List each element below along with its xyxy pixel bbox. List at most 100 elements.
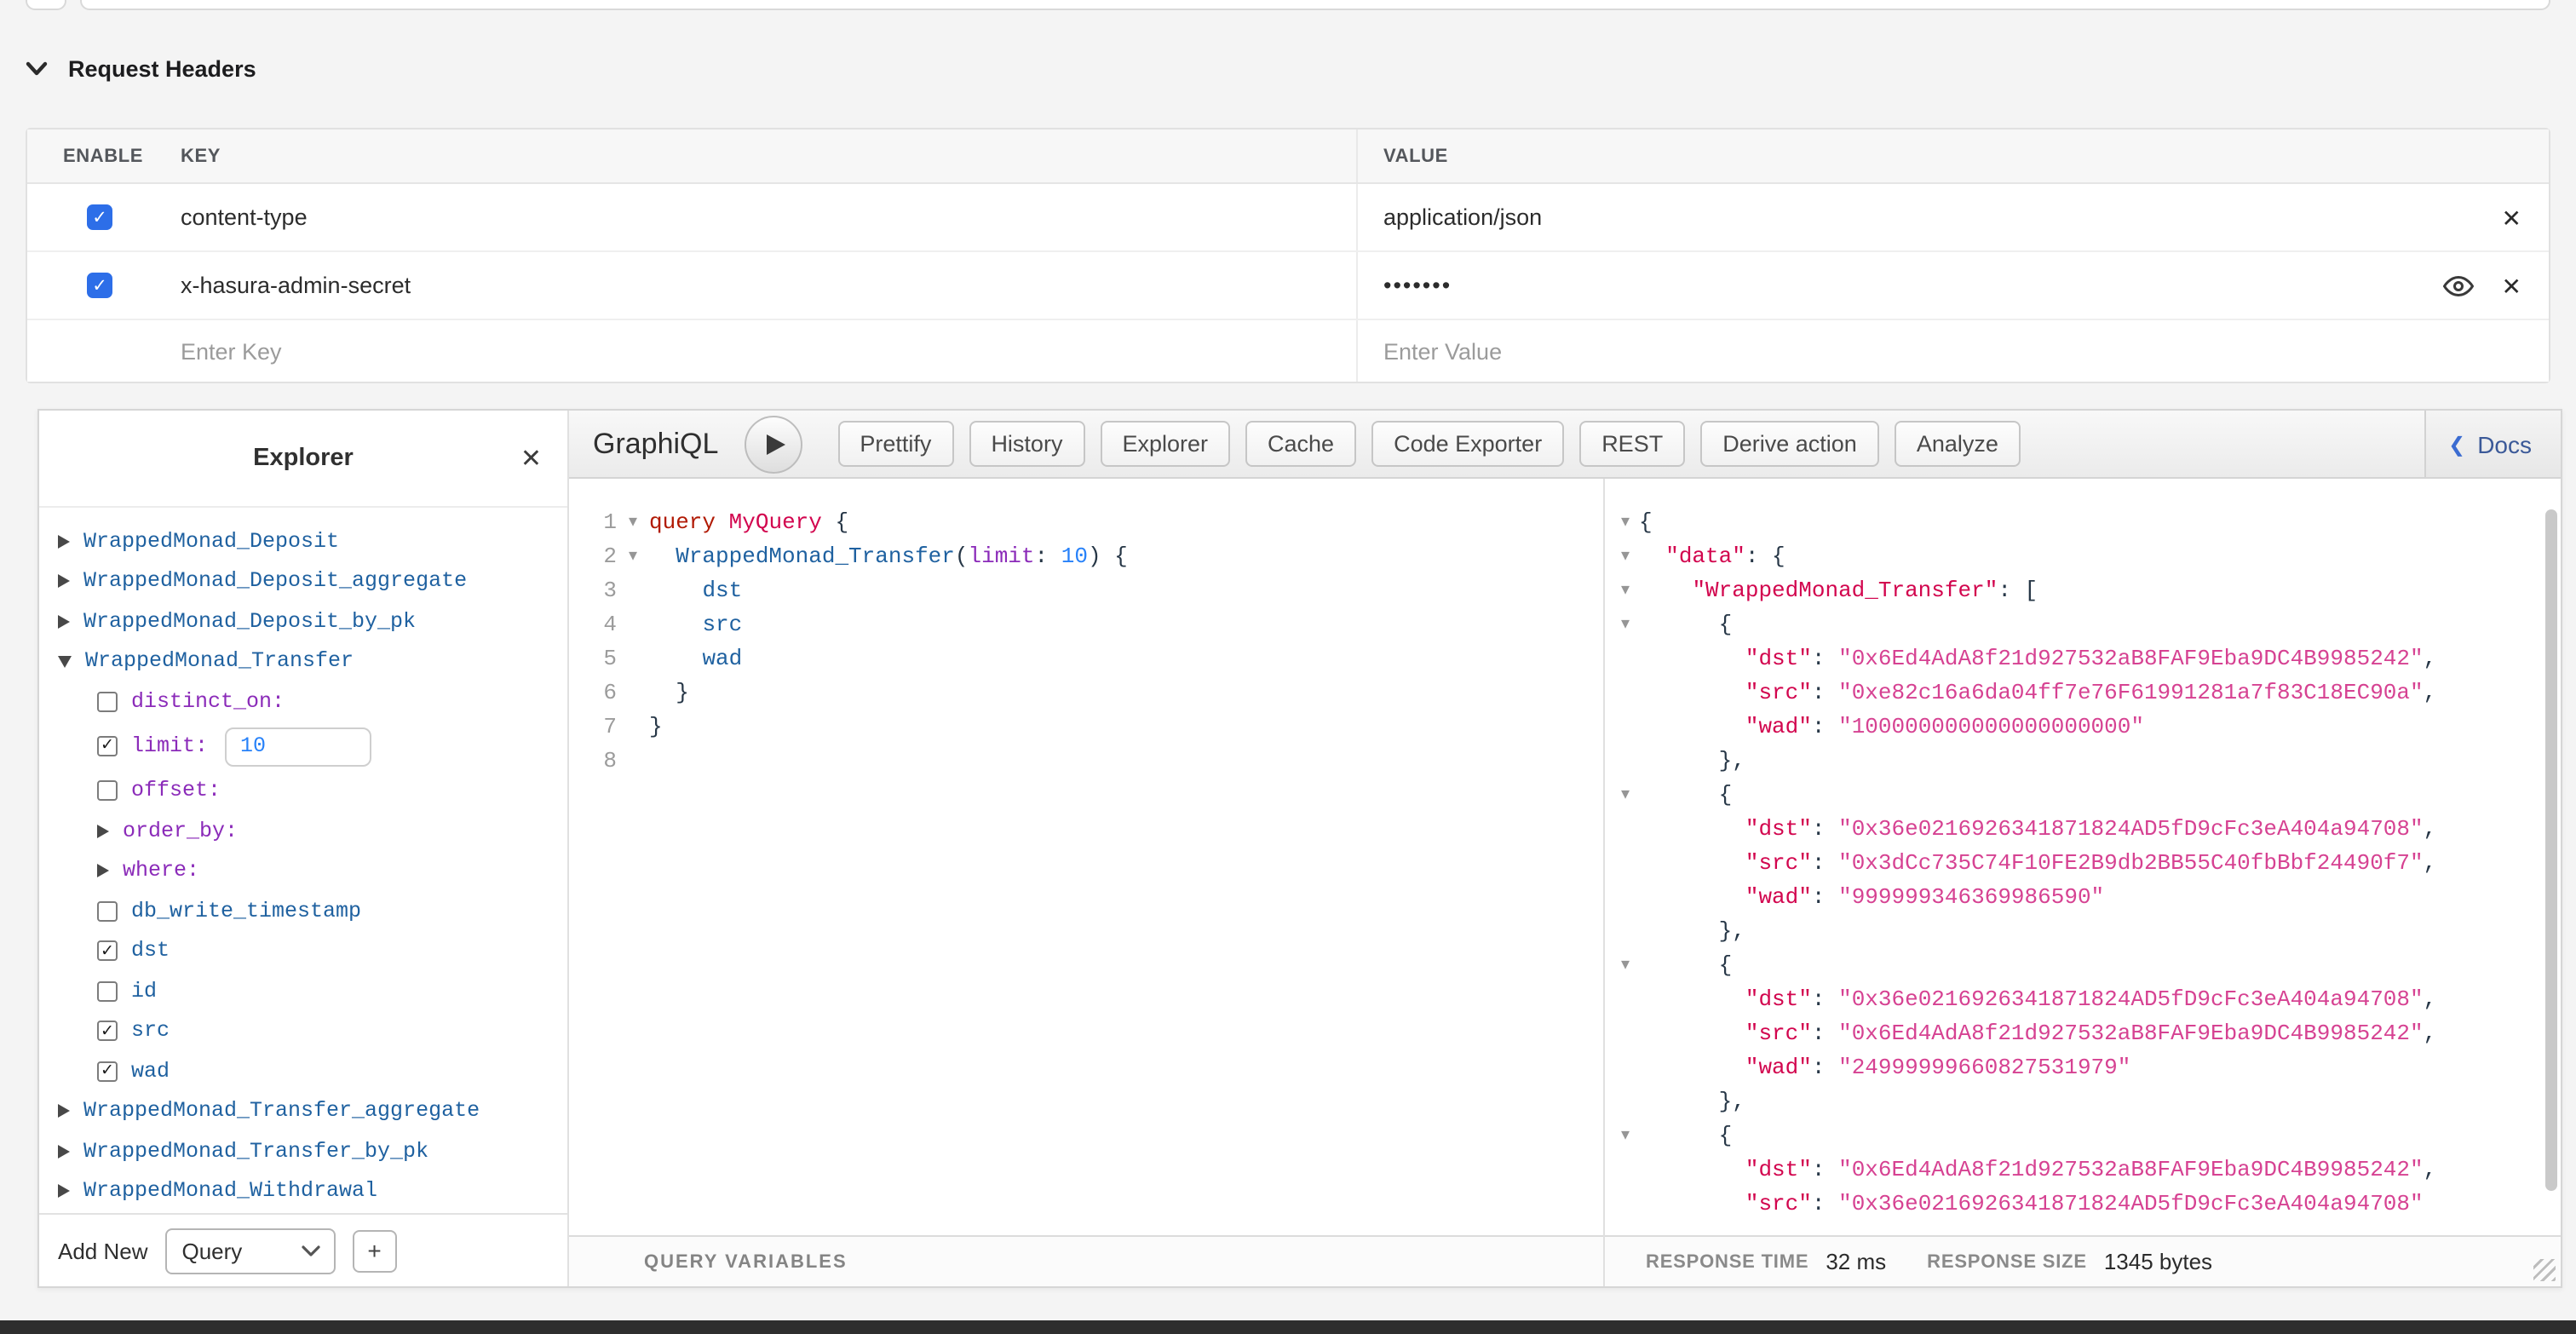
explorer-item[interactable]: WrappedMonad_Transfer_by_pk [58, 1131, 557, 1171]
code-token: wad [702, 646, 742, 671]
fold-arrow-icon[interactable]: ▾ [1612, 779, 1639, 813]
expand-arrow-icon[interactable] [97, 865, 109, 878]
explorer-item[interactable]: WrappedMonad_Deposit_by_pk [58, 601, 557, 641]
docs-toggle[interactable]: ❮ Docs [2424, 411, 2561, 477]
response-token [1639, 680, 1745, 705]
explorer-item[interactable]: id [58, 971, 557, 1011]
remove-header-icon[interactable]: ✕ [2502, 273, 2521, 297]
collapse-arrow-icon[interactable] [58, 656, 72, 668]
expand-arrow-icon[interactable] [97, 825, 109, 838]
explorer-item[interactable]: distinct_on: [58, 681, 557, 722]
toolbar-button-explorer[interactable]: Explorer [1100, 421, 1230, 467]
query-editor-pane[interactable]: 1▾query MyQuery {2▾ WrappedMonad_Transfe… [569, 479, 1603, 1286]
resize-grip[interactable] [2533, 1259, 2556, 1281]
code-token [716, 509, 729, 535]
explorer-arg-label: order_by: [123, 819, 238, 843]
explorer-checkbox[interactable]: ✓ [97, 1061, 118, 1082]
expand-arrow-icon[interactable] [58, 1105, 70, 1118]
fold-arrow-icon[interactable]: ▾ [1612, 574, 1639, 608]
explorer-checkbox[interactable] [97, 781, 118, 802]
enable-cell: ✓ [27, 252, 181, 319]
remove-header-icon[interactable]: ✕ [2502, 205, 2521, 229]
header-value-cell[interactable]: ••••••• [1356, 252, 2412, 319]
header-rows: ✓ content-type application/json ✕ ✓ x-hasura-… [27, 184, 2549, 320]
explorer-item[interactable]: ✓limit:10 [58, 722, 557, 771]
toolbar-button-cache[interactable]: Cache [1245, 421, 1356, 467]
fold-arrow-icon[interactable]: ▾ [1612, 608, 1639, 642]
new-key-input[interactable]: Enter Key [181, 320, 1356, 382]
response-text: "dst": "0x6Ed4AdA8f21d927532aB8FAF9Eba9D… [1639, 642, 2436, 676]
response-scrollbar[interactable] [2545, 509, 2557, 1191]
toolbar-button-history[interactable]: History [969, 421, 1084, 467]
toolbar-button-analyze[interactable]: Analyze [1895, 421, 2021, 467]
request-headers-section-toggle[interactable]: Request Headers [26, 56, 256, 82]
toolbar-button-rest[interactable]: REST [1579, 421, 1685, 467]
fold-arrow-icon[interactable]: ▾ [1612, 949, 1639, 983]
fold-arrow-icon[interactable]: ▾ [1612, 1119, 1639, 1153]
explorer-item[interactable]: WrappedMonad_Transfer [58, 641, 557, 681]
operation-type-select[interactable]: Query [165, 1228, 336, 1274]
reveal-secret-eye-icon[interactable] [2444, 270, 2475, 301]
clipped-top-control[interactable] [26, 0, 66, 10]
execute-query-button[interactable] [744, 415, 802, 473]
response-size-value: 1345 bytes [2104, 1249, 2212, 1274]
code-line: 6 } [569, 676, 1603, 710]
new-value-input[interactable]: Enter Value [1356, 320, 2549, 382]
close-icon[interactable]: ✕ [520, 443, 542, 474]
response-text: { [1639, 1119, 1732, 1153]
explorer-item[interactable]: WrappedMonad_Transfer_aggregate [58, 1091, 557, 1131]
explorer-item[interactable]: order_by: [58, 811, 557, 851]
header-key-cell[interactable]: content-type [181, 184, 1356, 250]
response-token: "wad" [1745, 884, 1812, 910]
expand-arrow-icon[interactable] [58, 575, 70, 589]
explorer-item[interactable]: WrappedMonad_Withdrawal [58, 1171, 557, 1211]
add-operation-button[interactable]: + [353, 1229, 397, 1272]
line-number: 3 [569, 574, 617, 608]
expand-arrow-icon[interactable] [58, 1145, 70, 1159]
code-token: 10 [1061, 543, 1088, 569]
fold-arrow-icon[interactable]: ▾ [617, 540, 649, 574]
fold-arrow-icon[interactable]: ▾ [617, 506, 649, 540]
clipped-endpoint-input[interactable] [80, 0, 2550, 10]
fold-arrow-icon[interactable]: ▾ [1612, 506, 1639, 540]
enable-checkbox[interactable]: ✓ [87, 204, 112, 230]
expand-arrow-icon[interactable] [58, 1185, 70, 1199]
toolbar-button-derive-action[interactable]: Derive action [1700, 421, 1879, 467]
explorer-checkbox[interactable]: ✓ [97, 736, 118, 756]
response-token: : [1812, 680, 1838, 705]
explorer-item[interactable]: db_write_timestamp [58, 891, 557, 931]
explorer-checkbox[interactable]: ✓ [97, 1021, 118, 1042]
explorer-checkbox[interactable]: ✓ [97, 941, 118, 962]
explorer-item[interactable]: ✓dst [58, 931, 557, 971]
header-value-cell[interactable]: application/json [1356, 184, 2412, 250]
code-line: 7} [569, 710, 1603, 745]
explorer-item[interactable]: WrappedMonad_Deposit_aggregate [58, 561, 557, 601]
explorer-checkbox[interactable] [97, 692, 118, 712]
expand-arrow-icon[interactable] [58, 535, 70, 549]
header-value-text: application/json [1383, 204, 1542, 230]
explorer-header: Explorer ✕ [39, 411, 567, 508]
explorer-item[interactable]: ✓wad [58, 1051, 557, 1091]
header-key-cell[interactable]: x-hasura-admin-secret [181, 252, 1356, 319]
chevron-left-icon: ❮ [2448, 432, 2465, 456]
explorer-item[interactable]: ✓src [58, 1011, 557, 1051]
explorer-checkbox[interactable] [97, 981, 118, 1002]
explorer-root-label: WrappedMonad_Withdrawal [83, 1180, 377, 1204]
fold-arrow-icon[interactable]: ▾ [1612, 540, 1639, 574]
toolbar-button-prettify[interactable]: Prettify [837, 421, 953, 467]
query-variables-bar[interactable]: QUERY VARIABLES [569, 1235, 1603, 1286]
response-token [1639, 850, 1745, 876]
line-number: 5 [569, 642, 617, 676]
limit-value-input[interactable]: 10 [225, 727, 371, 766]
explorer-item[interactable]: WrappedMonad_Deposit [58, 521, 557, 561]
enable-checkbox[interactable]: ✓ [87, 273, 112, 298]
toolbar-button-code-exporter[interactable]: Code Exporter [1371, 421, 1564, 467]
explorer-checkbox[interactable] [97, 901, 118, 922]
code-line: 1▾query MyQuery { [569, 506, 1603, 540]
explorer-item[interactable]: offset: [58, 771, 557, 811]
response-line: }, [1612, 915, 2544, 949]
response-token [1639, 1157, 1745, 1182]
code-token: ) { [1088, 543, 1128, 569]
explorer-item[interactable]: where: [58, 851, 557, 891]
expand-arrow-icon[interactable] [58, 615, 70, 629]
